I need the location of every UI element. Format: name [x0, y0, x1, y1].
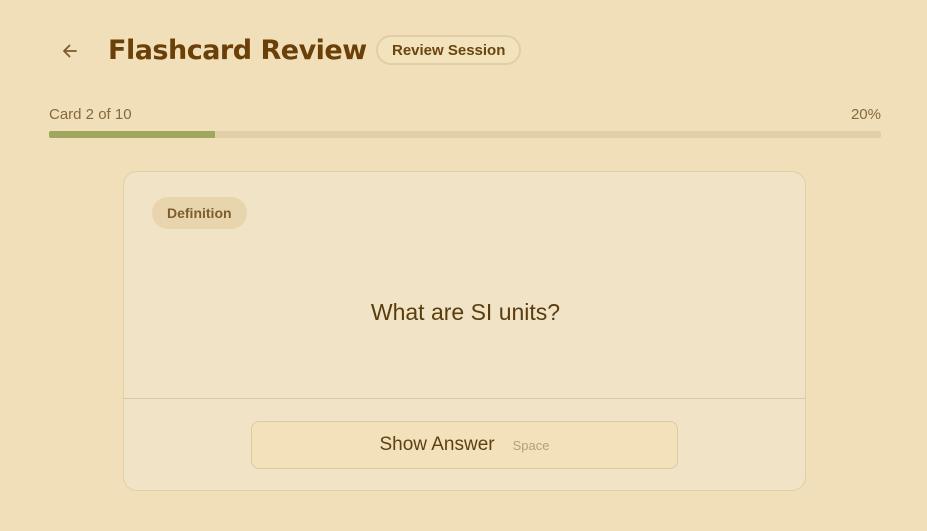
header: Flashcard Review Review Session: [0, 0, 927, 100]
keyboard-shortcut-hint: Space: [512, 437, 550, 453]
progress-bar: [49, 131, 881, 138]
back-button[interactable]: [55, 36, 85, 66]
progress-percent: 20%: [850, 106, 881, 123]
card-divider: [124, 398, 805, 399]
card-type-tag: Definition: [152, 197, 247, 229]
arrow-left-icon: [61, 42, 79, 60]
card-question: What are SI units?: [370, 299, 561, 325]
show-answer-button[interactable]: Show Answer Space: [251, 421, 678, 469]
page-title: Flashcard Review: [108, 35, 367, 66]
progress-bar-fill: [49, 131, 216, 138]
flashcard: Definition What are SI units? Show Answe…: [123, 171, 806, 491]
session-badge: Review Session: [376, 35, 522, 65]
show-answer-label: Show Answer: [379, 434, 495, 455]
progress-label: Card 2 of 10: [49, 106, 132, 123]
flashcard-review-page: Flashcard Review Review Session Card 2 o…: [0, 0, 927, 531]
